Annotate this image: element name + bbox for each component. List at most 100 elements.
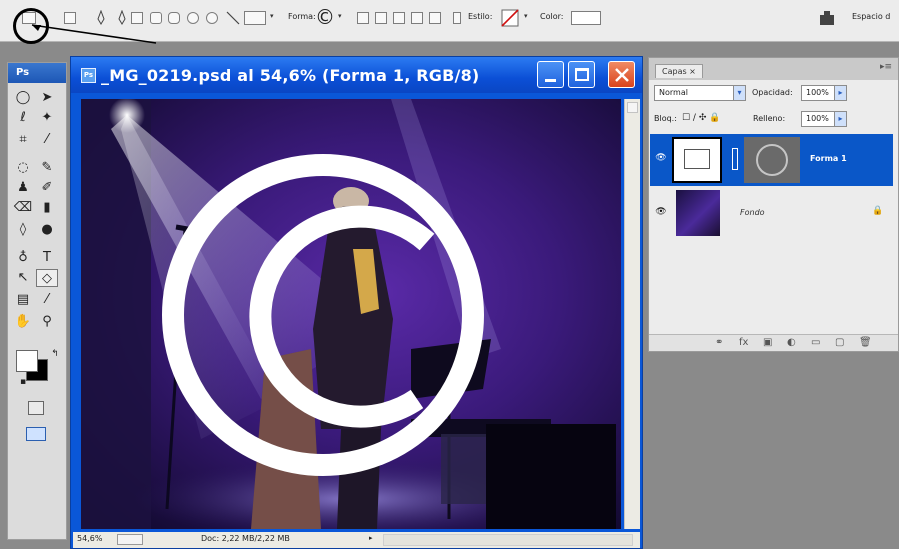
visibility-eye-icon[interactable]: 👁	[655, 208, 667, 217]
rounded-rectangle-icon[interactable]	[150, 12, 162, 24]
subtract-shape-button[interactable]	[375, 12, 387, 24]
add-mask-icon[interactable]: ▣	[763, 337, 772, 348]
layer-name-fondo[interactable]: Fondo	[740, 208, 765, 217]
lasso-tool-icon[interactable]: ℓ	[12, 109, 34, 127]
workspace-label[interactable]: Espacio d	[852, 12, 890, 21]
visibility-eye-icon[interactable]: 👁	[655, 154, 667, 163]
polygon-shape-icon[interactable]	[187, 12, 199, 24]
panel-menu-icon[interactable]: ▸≡	[880, 62, 892, 72]
shape-color-swatch[interactable]	[571, 11, 601, 25]
zoom-level[interactable]: 54,6%	[77, 534, 102, 543]
link-layers-icon[interactable]: ⚭	[715, 337, 723, 348]
photoshop-window: ▾ Forma: © ▾ Estilo: ▾ Color: Espacio d …	[0, 0, 899, 549]
dodge-tool-icon[interactable]: ●	[36, 221, 58, 239]
document-title: _MG_0219.psd al 54,6% (Forma 1, RGB/8)	[101, 66, 480, 85]
opacity-value: 100%	[806, 88, 829, 97]
tab-layers[interactable]: Capas ×	[655, 64, 703, 78]
close-button[interactable]	[608, 61, 635, 88]
new-group-icon[interactable]: ▭	[811, 337, 820, 348]
fill-slider-icon: ▸	[834, 112, 846, 126]
layers-tab-strip: Capas × ▸≡	[649, 58, 898, 80]
notes-tool-icon[interactable]: ▤	[12, 291, 34, 309]
adjustment-layer-icon[interactable]: ◐	[787, 337, 796, 348]
screen-mode-icon[interactable]	[26, 427, 46, 441]
vector-mask-link-icon[interactable]	[732, 148, 738, 170]
document-titlebar[interactable]: Ps _MG_0219.psd al 54,6% (Forma 1, RGB/8…	[71, 57, 642, 93]
gradient-tool-icon[interactable]: ▮	[36, 199, 58, 217]
rectangle-shape-icon[interactable]	[131, 12, 143, 24]
annotation-arrow	[31, 24, 157, 44]
custom-shape-tool-icon[interactable]: ◇	[36, 269, 58, 287]
vertical-scrollbar[interactable]	[624, 99, 640, 529]
slice-tool-icon[interactable]: ⁄	[36, 131, 58, 149]
healing-brush-icon[interactable]: ◌	[12, 159, 34, 177]
layer-thumbnail	[672, 137, 722, 183]
lock-icons[interactable]: ☐ ∕ ✣ 🔒	[682, 113, 720, 123]
minimize-icon	[545, 79, 556, 82]
layers-panel: Capas × ▸≡ Normal ▾ Opacidad: 100% ▸ Blo…	[648, 57, 899, 352]
foreground-color-swatch[interactable]	[16, 350, 38, 372]
combine-shape-button[interactable]	[357, 12, 369, 24]
blend-mode-dropdown-icon: ▾	[733, 86, 745, 100]
fill-label: Relleno:	[753, 114, 786, 123]
custom-shape-picker[interactable]	[244, 11, 266, 25]
blend-mode-select[interactable]: Normal ▾	[654, 85, 746, 101]
ellipse-shape-icon[interactable]	[168, 12, 180, 24]
scroll-up-arrow[interactable]	[627, 102, 638, 113]
history-brush-icon[interactable]: ✐	[36, 179, 58, 197]
link-style-button[interactable]	[429, 12, 441, 24]
type-tool-icon[interactable]: T	[36, 249, 58, 267]
copyright-shape-preview[interactable]: ©	[315, 6, 335, 28]
pen-tool-icon[interactable]: ♁	[12, 249, 34, 267]
status-menu-arrow[interactable]: ▸	[369, 534, 373, 542]
intersect-shape-button[interactable]	[393, 12, 405, 24]
clone-stamp-icon[interactable]: ♟	[12, 179, 34, 197]
document-window: Ps _MG_0219.psd al 54,6% (Forma 1, RGB/8…	[70, 56, 643, 549]
status-bar: 54,6% Doc: 2,22 MB/2,22 MB ▸	[73, 532, 640, 548]
path-select-icon[interactable]: ↖	[12, 269, 34, 287]
vector-mask-thumbnail[interactable]	[744, 137, 800, 183]
brush-tool-icon[interactable]: ✎	[36, 159, 58, 177]
style-swatch-none[interactable]	[501, 9, 519, 27]
line-shape-icon[interactable]	[226, 11, 240, 25]
move-tool-icon[interactable]: ➤	[36, 89, 58, 107]
marquee-tool-icon[interactable]: ◯	[12, 89, 34, 107]
zoom-tool-icon[interactable]: ⚲	[36, 313, 58, 331]
freeform-pen-icon[interactable]	[117, 10, 127, 25]
crop-tool-icon[interactable]: ⌗	[12, 131, 34, 149]
pen-icon[interactable]	[96, 10, 106, 25]
magic-wand-icon[interactable]: ✦	[36, 109, 58, 127]
mask-copyright-icon	[756, 144, 788, 176]
link-icon[interactable]	[453, 12, 461, 24]
ps-logo: Ps	[8, 63, 66, 83]
tools-panel: Ps ◯ ➤ ℓ ✦ ⌗ ⁄ ◌ ✎ ♟ ✐ ⌫ ▮ ◊ ● ♁ T ↖ ◇ ▤…	[7, 62, 67, 540]
default-colors-icon[interactable]: ▪	[12, 373, 34, 391]
quick-mask-icon[interactable]	[28, 401, 44, 415]
hand-tool-icon[interactable]: ✋	[12, 313, 34, 331]
layer-row-fondo[interactable]: 👁 Fondo 🔒	[650, 188, 893, 240]
image-canvas[interactable]	[81, 99, 621, 529]
workspace-icon[interactable]	[818, 9, 838, 27]
fill-value: 100%	[806, 114, 829, 123]
layer-name-forma-1[interactable]: Forma 1	[810, 154, 847, 163]
opacity-input[interactable]: 100% ▸	[801, 85, 847, 101]
layer-style-icon[interactable]: fx	[739, 337, 748, 348]
blur-tool-icon[interactable]: ◊	[12, 221, 34, 239]
eyedropper-icon[interactable]: ⁄	[36, 291, 58, 309]
layer-thumbnail-photo	[676, 190, 720, 236]
lock-label: Bloq.:	[654, 114, 677, 123]
fill-input[interactable]: 100% ▸	[801, 111, 847, 127]
swap-colors-icon[interactable]: ↰	[44, 345, 66, 363]
minimize-button[interactable]	[537, 61, 564, 88]
zoom-field-icon[interactable]	[117, 534, 143, 545]
exclude-shape-button[interactable]	[411, 12, 423, 24]
horizontal-scrollbar[interactable]	[383, 534, 633, 546]
maximize-button[interactable]	[568, 61, 595, 88]
new-layer-icon[interactable]: ▢	[835, 337, 844, 348]
document-info: Doc: 2,22 MB/2,22 MB	[201, 534, 290, 543]
circle-shape-icon[interactable]	[206, 12, 218, 24]
opacity-label: Opacidad:	[752, 88, 793, 97]
layer-row-forma-1[interactable]: 👁 Forma 1	[650, 134, 893, 186]
eraser-tool-icon[interactable]: ⌫	[12, 199, 34, 217]
delete-layer-icon[interactable]: 🗑	[859, 337, 872, 348]
